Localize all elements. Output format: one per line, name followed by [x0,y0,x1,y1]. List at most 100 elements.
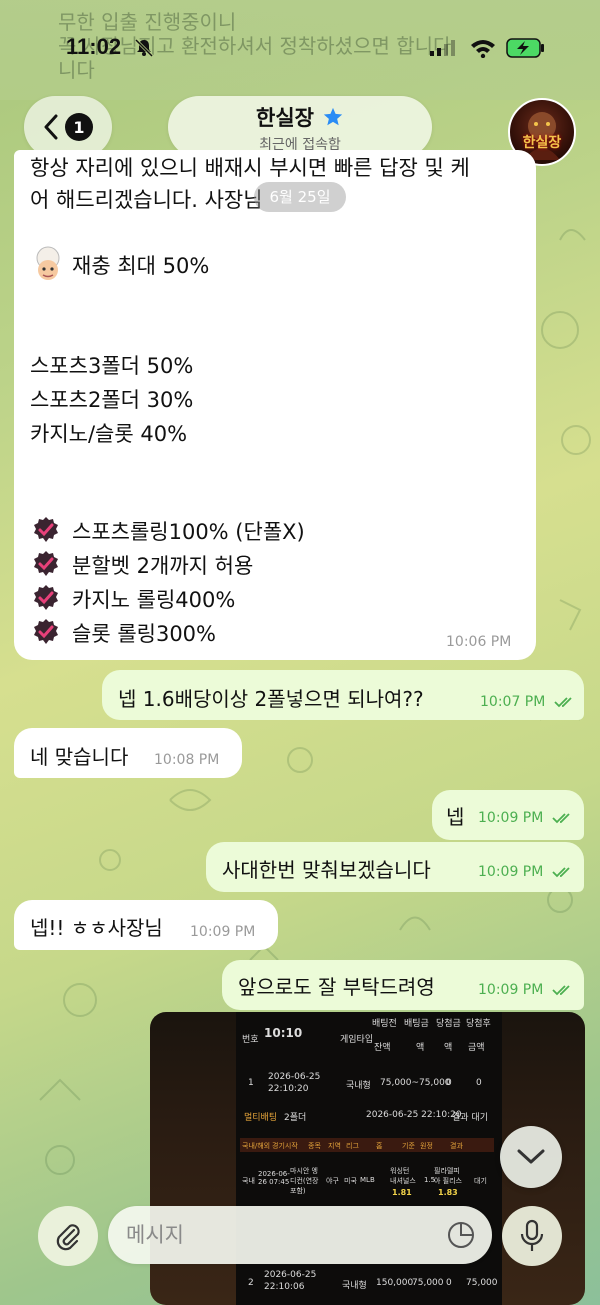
photo-text: 75,000 [466,1278,498,1288]
photo-text: 2026-06-25 22:10:20 [366,1110,462,1120]
recharge-text: 재충 최대 50% [72,254,210,278]
photo-text: 75,000 [412,1278,444,1288]
chevron-down-icon [517,1149,545,1164]
star-icon [323,107,343,126]
message-time: 10:08 PM [154,752,220,768]
photo-text: 22:10:06 [264,1282,305,1292]
photo-text: 2026-06-26 07:45 [258,1170,290,1186]
photo-text: 결과 [450,1142,463,1150]
microphone-button[interactable] [502,1206,562,1266]
message-bubble-outgoing[interactable]: 앞으로도 잘 부탁드려영 10:09 PM [222,960,584,1010]
photo-text: 대기 [474,1177,487,1185]
photo-text: 결과 대기 [452,1113,488,1123]
wifi-icon [471,40,495,58]
chevron-left-icon [44,114,58,140]
message-text: 앞으로도 잘 부탁드려영 [238,975,435,999]
check-badge-icon [34,619,58,644]
photo-text: 배팅전 [372,1019,397,1029]
scroll-to-bottom-button[interactable] [500,1126,562,1188]
message-input-container[interactable] [108,1206,492,1264]
casino-slot-text: 카지노/슬롯 40% [30,422,188,446]
sticker-icon[interactable] [446,1220,476,1250]
rule-text: 분할벳 2개까지 허용 [72,554,254,578]
photo-text: 워싱턴 내셔널스 [390,1167,416,1185]
message-text: 네 맞습니다 [30,745,129,769]
photo-text: 2폴더 [284,1113,307,1123]
attach-button[interactable] [38,1206,98,1266]
avatar-label: 한실장 [522,135,562,151]
microphone-icon [520,1219,544,1251]
rule-text: 슬롯 롤링300% [72,622,216,646]
photo-text: 종목 [308,1142,321,1150]
message-text: 넵 1.6배당이상 2폴넣으면 되나여?? [118,687,424,711]
photo-text: 야구 [326,1177,339,1185]
message-text: 사대한번 맞춰보겠습니다 [222,858,431,882]
rule-text: 카지노 롤링400% [72,588,236,612]
message-time: 10:06 PM [446,634,512,650]
sports2-text: 스포츠2폴더 30% [30,388,194,412]
signal-icon [430,40,455,56]
message-time: 10:09 PM [190,924,256,940]
photo-text: 당첨금 [436,1019,461,1029]
photo-text: 75,000~75,000 [380,1078,451,1088]
chef-sticker-icon [36,246,60,280]
message-time: 10:09 PM [478,982,544,998]
photo-text: 번호 [242,1035,259,1045]
photo-text: 0 [476,1078,482,1088]
photo-text: 금액 [468,1043,485,1053]
photo-text: 잔액 [374,1043,391,1053]
check-badge-icon [34,585,58,610]
photo-text: 1.83 [438,1188,458,1197]
photo-text: 액 [416,1043,425,1053]
message-line: 어 해드리겠습니다. 사장님 [30,188,263,212]
photo-text: 액 [444,1043,453,1053]
photo-text: 150,000 [376,1278,414,1288]
message-input[interactable] [126,1206,436,1264]
double-check-icon [552,813,570,824]
double-check-icon [552,985,570,996]
check-badge-icon [34,517,58,542]
double-check-icon [554,697,572,708]
back-button[interactable]: 1 [24,96,112,158]
photo-text: 게임타입 [340,1035,374,1045]
photo-text: 마시안 엥디컨(연장포함) [290,1167,319,1195]
photo-text: 국내/해외 [242,1142,271,1150]
message-time: 10:09 PM [478,810,544,826]
photo-text: 1.81 [392,1188,412,1197]
message-bubble-outgoing[interactable]: 넵 10:09 PM [432,790,584,840]
photo-text: 22:10:20 [268,1084,309,1094]
photo-text: 원정 [420,1142,433,1150]
message-bubble-outgoing[interactable]: 사대한번 맞춰보겠습니다 10:09 PM [206,842,584,892]
message-time: 10:07 PM [480,694,546,710]
photo-text: 국내형 [342,1281,367,1291]
message-bubble-incoming[interactable]: 항상 자리에 있으니 배재시 부시면 빠른 답장 및 케 어 해드리겠습니다. … [14,150,536,660]
photo-text: 필라델피아 필리스 [434,1167,462,1185]
date-chip: 6월 25일 [254,182,346,212]
check-badge-icon [34,551,58,576]
status-time: 11:02 [66,34,122,59]
photo-text: 국내형 [346,1081,371,1091]
photo-text: 경기시작 [272,1142,298,1150]
unread-count-badge: 1 [65,113,93,141]
photo-text: 당첨후 [466,1019,491,1029]
photo-text: 0 [446,1078,452,1088]
message-line: 항상 자리에 있으니 배재시 부시면 빠른 답장 및 케 [30,156,470,180]
message-bubble-incoming[interactable]: 네 맞습니다 10:08 PM [14,728,242,778]
photo-text: 리그 [346,1142,359,1150]
photo-text: 미국 [344,1177,357,1185]
message-bubble-incoming[interactable]: 넵!! ㅎㅎ사장님 10:09 PM [14,900,278,950]
battery-charging-icon [506,38,544,58]
message-text: 넵!! ㅎㅎ사장님 [30,916,163,940]
photo-text: 0 [446,1278,452,1288]
paperclip-icon [56,1224,80,1251]
bell-muted-icon [134,38,154,58]
rule-text: 스포츠롤링100% (단폴X) [72,520,305,544]
message-bubble-outgoing[interactable]: 넵 1.6배당이상 2폴넣으면 되나여?? 10:07 PM [102,670,584,720]
sports3-text: 스포츠3폴더 50% [30,354,194,378]
photo-text: 2026-06-25 [268,1072,321,1082]
message-time: 10:09 PM [478,864,544,880]
chat-header[interactable]: 한실장 최근에 접속함 [168,96,432,158]
photo-text: 1 [248,1078,254,1088]
chat-title: 한실장 [256,106,314,130]
photo-text: 멀티배팅 [244,1113,278,1123]
